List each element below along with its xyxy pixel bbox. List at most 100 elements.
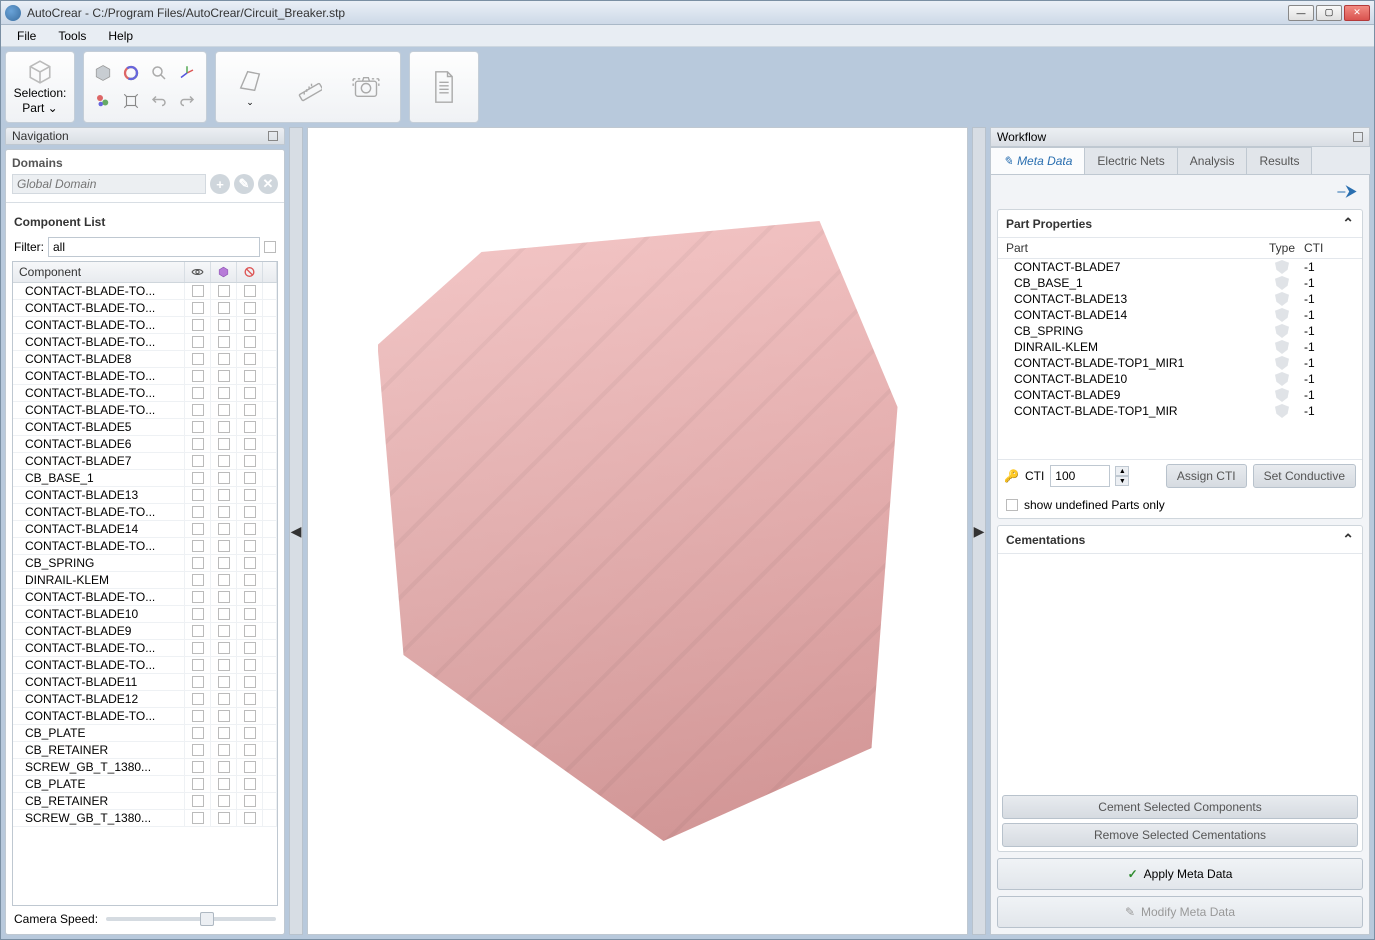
table-row[interactable]: CONTACT-BLADE-TO... (13, 589, 277, 606)
component-column-header[interactable]: Component (13, 262, 185, 282)
table-row[interactable]: CONTACT-BLADE-TO... (13, 385, 277, 402)
show-undefined-checkbox[interactable] (1006, 499, 1018, 511)
material-checkbox[interactable] (218, 285, 230, 297)
visibility-checkbox[interactable] (192, 625, 204, 637)
tab-electric-nets[interactable]: Electric Nets (1084, 147, 1177, 174)
3d-viewport[interactable] (307, 127, 968, 935)
table-row[interactable]: CONTACT-BLADE-TO... (13, 317, 277, 334)
workflow-panel-header[interactable]: Workflow (990, 127, 1370, 147)
visibility-checkbox[interactable] (192, 302, 204, 314)
material-checkbox[interactable] (218, 608, 230, 620)
exclude-checkbox[interactable] (244, 370, 256, 382)
material-checkbox[interactable] (218, 472, 230, 484)
apply-meta-data-button[interactable]: ✓ Apply Meta Data (997, 858, 1363, 890)
visibility-checkbox[interactable] (192, 472, 204, 484)
cement-selected-button[interactable]: Cement Selected Components (1002, 795, 1358, 819)
table-row[interactable]: CONTACT-BLADE-TO... (13, 402, 277, 419)
part-row[interactable]: CONTACT-BLADE9-1 (998, 387, 1362, 403)
visibility-column-icon[interactable] (185, 262, 211, 282)
material-checkbox[interactable] (218, 370, 230, 382)
visibility-checkbox[interactable] (192, 659, 204, 671)
material-checkbox[interactable] (218, 625, 230, 637)
undock-icon[interactable] (1353, 132, 1363, 142)
part-row[interactable]: CONTACT-BLADE10-1 (998, 371, 1362, 387)
material-checkbox[interactable] (218, 421, 230, 433)
set-conductive-button[interactable]: Set Conductive (1253, 464, 1356, 488)
material-checkbox[interactable] (218, 574, 230, 586)
visibility-checkbox[interactable] (192, 778, 204, 790)
exclude-checkbox[interactable] (244, 523, 256, 535)
material-checkbox[interactable] (218, 489, 230, 501)
table-row[interactable]: CONTACT-BLADE-TO... (13, 504, 277, 521)
table-row[interactable]: CONTACT-BLADE-TO... (13, 708, 277, 725)
cti-spin-up[interactable]: ▲ (1115, 466, 1129, 476)
type-column-header[interactable]: Type (1260, 241, 1304, 255)
part-properties-table[interactable]: CONTACT-BLADE7-1CB_BASE_1-1CONTACT-BLADE… (998, 259, 1362, 459)
exclude-checkbox[interactable] (244, 421, 256, 433)
material-checkbox[interactable] (218, 438, 230, 450)
table-row[interactable]: CONTACT-BLADE11 (13, 674, 277, 691)
component-table[interactable]: Component CONTACT-BLADE-TO...CONTACT-BLA… (12, 261, 278, 906)
part-column-header[interactable]: Part (1006, 241, 1260, 255)
visibility-checkbox[interactable] (192, 489, 204, 501)
undock-icon[interactable] (268, 131, 278, 141)
exclude-checkbox[interactable] (244, 574, 256, 586)
screenshot-tool[interactable] (340, 61, 392, 113)
exclude-checkbox[interactable] (244, 642, 256, 654)
exclude-checkbox[interactable] (244, 455, 256, 467)
table-row[interactable]: CB_PLATE (13, 776, 277, 793)
cti-input[interactable] (1050, 465, 1110, 487)
spheres-icon[interactable] (92, 90, 114, 112)
material-checkbox[interactable] (218, 557, 230, 569)
visibility-checkbox[interactable] (192, 506, 204, 518)
material-checkbox[interactable] (218, 523, 230, 535)
material-checkbox[interactable] (218, 744, 230, 756)
navigation-panel-header[interactable]: Navigation (5, 127, 285, 145)
exclude-checkbox[interactable] (244, 302, 256, 314)
visibility-checkbox[interactable] (192, 540, 204, 552)
exclude-checkbox[interactable] (244, 710, 256, 722)
visibility-checkbox[interactable] (192, 523, 204, 535)
visibility-checkbox[interactable] (192, 744, 204, 756)
assign-cti-button[interactable]: Assign CTI (1166, 464, 1247, 488)
table-row[interactable]: CONTACT-BLADE-TO... (13, 334, 277, 351)
table-row[interactable]: SCREW_GB_T_1380... (13, 810, 277, 827)
measure-tool[interactable] (282, 61, 334, 113)
table-row[interactable]: CONTACT-BLADE14 (13, 521, 277, 538)
visibility-checkbox[interactable] (192, 370, 204, 382)
visibility-checkbox[interactable] (192, 319, 204, 331)
visibility-checkbox[interactable] (192, 455, 204, 467)
menu-file[interactable]: File (7, 27, 46, 45)
exclude-checkbox[interactable] (244, 387, 256, 399)
visibility-checkbox[interactable] (192, 387, 204, 399)
material-checkbox[interactable] (218, 778, 230, 790)
camera-speed-slider[interactable] (106, 917, 276, 921)
delete-domain-button[interactable]: ✕ (258, 174, 278, 194)
slider-thumb[interactable] (200, 912, 214, 926)
exclude-checkbox[interactable] (244, 608, 256, 620)
part-row[interactable]: CB_SPRING-1 (998, 323, 1362, 339)
menu-tools[interactable]: Tools (48, 27, 96, 45)
filter-input[interactable] (48, 237, 260, 257)
remove-cementations-button[interactable]: Remove Selected Cementations (1002, 823, 1358, 847)
material-checkbox[interactable] (218, 591, 230, 603)
tab-analysis[interactable]: Analysis (1177, 147, 1248, 174)
part-row[interactable]: CONTACT-BLADE14-1 (998, 307, 1362, 323)
visibility-checkbox[interactable] (192, 404, 204, 416)
filter-checkbox[interactable] (264, 241, 276, 253)
visibility-checkbox[interactable] (192, 710, 204, 722)
menu-help[interactable]: Help (98, 27, 143, 45)
material-checkbox[interactable] (218, 812, 230, 824)
material-checkbox[interactable] (218, 319, 230, 331)
part-row[interactable]: CONTACT-BLADE7-1 (998, 259, 1362, 275)
shade-cube-icon[interactable] (92, 62, 114, 84)
table-row[interactable]: CONTACT-BLADE10 (13, 606, 277, 623)
cti-spin-down[interactable]: ▼ (1115, 476, 1129, 486)
table-row[interactable]: CONTACT-BLADE-TO... (13, 640, 277, 657)
material-checkbox[interactable] (218, 336, 230, 348)
material-checkbox[interactable] (218, 506, 230, 518)
material-column-icon[interactable] (211, 262, 237, 282)
key-icon[interactable]: 🔑 (1004, 469, 1019, 483)
table-row[interactable]: CB_BASE_1 (13, 470, 277, 487)
table-row[interactable]: CONTACT-BLADE-TO... (13, 283, 277, 300)
